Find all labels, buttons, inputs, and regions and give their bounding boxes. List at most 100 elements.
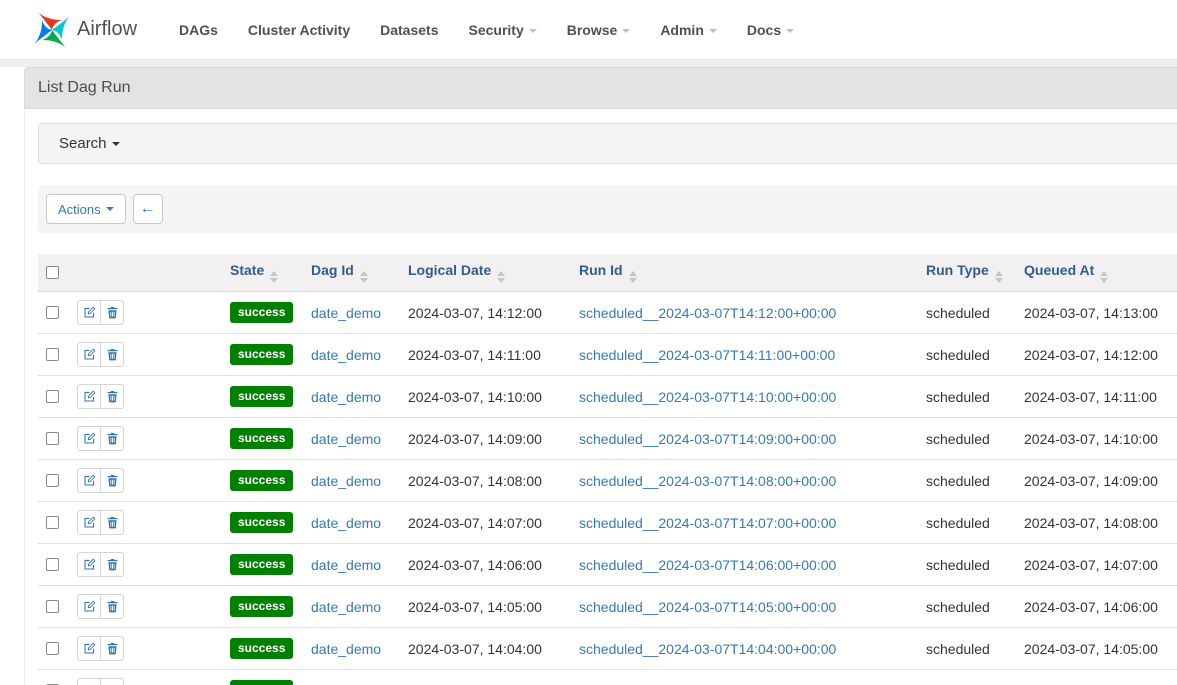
row-actions	[77, 300, 124, 325]
trash-icon	[106, 600, 119, 613]
run-id-link[interactable]: scheduled__2024-03-07T14:10:00+00:00	[579, 389, 836, 405]
search-toggle[interactable]: Search	[59, 135, 120, 152]
queued-at-value: 2024-03-07, 14:07:00	[1024, 557, 1158, 573]
column-header-run-type[interactable]: Run Type	[918, 254, 1016, 292]
run-type-value: scheduled	[926, 347, 990, 363]
row-actions	[77, 468, 124, 493]
search-panel: Search	[38, 123, 1177, 164]
edit-button[interactable]	[77, 552, 101, 577]
actions-label: Actions	[58, 202, 101, 217]
nav-item-docs[interactable]: Docs	[747, 22, 794, 38]
run-id-link[interactable]: scheduled__2024-03-07T14:11:00+00:00	[579, 347, 835, 363]
run-id-link[interactable]: scheduled__2024-03-07T14:08:00+00:00	[579, 473, 836, 489]
run-id-link[interactable]: scheduled__2024-03-07T14:07:00+00:00	[579, 515, 836, 531]
delete-button[interactable]	[100, 300, 124, 325]
status-badge: success	[230, 386, 293, 407]
row-checkbox[interactable]	[46, 306, 59, 319]
run-type-value: scheduled	[926, 473, 990, 489]
row-checkbox[interactable]	[46, 348, 59, 361]
column-header-dag-id[interactable]: Dag Id	[303, 254, 400, 292]
trash-icon	[106, 474, 119, 487]
row-checkbox[interactable]	[46, 642, 59, 655]
row-checkbox[interactable]	[46, 474, 59, 487]
logical-date-value: 2024-03-07, 14:09:00	[408, 431, 542, 447]
sort-up-down-icon	[1100, 271, 1108, 283]
edit-button[interactable]	[77, 342, 101, 367]
delete-button[interactable]	[100, 510, 124, 535]
row-checkbox[interactable]	[46, 516, 59, 529]
trash-icon	[106, 348, 119, 361]
column-header-run-id[interactable]: Run Id	[571, 254, 918, 292]
page-title: List Dag Run	[38, 79, 131, 96]
dag-id-link[interactable]: date_demo	[311, 641, 381, 657]
row-checkbox[interactable]	[46, 558, 59, 571]
delete-button[interactable]	[100, 552, 124, 577]
row-checkbox[interactable]	[46, 432, 59, 445]
dag-id-link[interactable]: date_demo	[311, 347, 381, 363]
table-row: success date_demo 2024-03-07, 14:03:00 s…	[38, 670, 1177, 685]
edit-button[interactable]	[77, 426, 101, 451]
edit-button[interactable]	[77, 510, 101, 535]
delete-button[interactable]	[100, 384, 124, 409]
logical-date-value: 2024-03-07, 14:10:00	[408, 389, 542, 405]
edit-button[interactable]	[77, 678, 101, 685]
logical-date-value: 2024-03-07, 14:07:00	[408, 515, 542, 531]
dag-id-link[interactable]: date_demo	[311, 431, 381, 447]
edit-button[interactable]	[77, 594, 101, 619]
logical-date-value: 2024-03-07, 14:04:00	[408, 641, 542, 657]
delete-button[interactable]	[100, 636, 124, 661]
column-header-queued-at[interactable]: Queued At	[1016, 254, 1177, 292]
run-type-value: scheduled	[926, 431, 990, 447]
row-checkbox[interactable]	[46, 390, 59, 403]
caret-down-icon	[622, 29, 630, 33]
caret-down-icon	[529, 29, 537, 33]
run-id-link[interactable]: scheduled__2024-03-07T14:12:00+00:00	[579, 305, 836, 321]
delete-button[interactable]	[100, 426, 124, 451]
run-id-link[interactable]: scheduled__2024-03-07T14:04:00+00:00	[579, 641, 836, 657]
airflow-brand-link[interactable]: Airflow	[33, 11, 137, 49]
nav-item-security[interactable]: Security	[468, 22, 536, 38]
nav-item-admin[interactable]: Admin	[660, 22, 717, 38]
edit-icon	[83, 600, 96, 613]
edit-button[interactable]	[77, 468, 101, 493]
search-label: Search	[59, 135, 107, 152]
back-button[interactable]: ←	[133, 194, 163, 224]
logical-date-value: 2024-03-07, 14:06:00	[408, 557, 542, 573]
delete-button[interactable]	[100, 678, 124, 685]
nav-item-datasets[interactable]: Datasets	[380, 22, 438, 38]
nav-item-browse[interactable]: Browse	[567, 22, 631, 38]
table-row: success date_demo 2024-03-07, 14:08:00 s…	[38, 460, 1177, 502]
edit-button[interactable]	[77, 384, 101, 409]
row-actions	[77, 552, 124, 577]
dag-id-link[interactable]: date_demo	[311, 305, 381, 321]
edit-icon	[83, 432, 96, 445]
dag-id-link[interactable]: date_demo	[311, 473, 381, 489]
nav-item-cluster-activity[interactable]: Cluster Activity	[248, 22, 350, 38]
edit-button[interactable]	[77, 636, 101, 661]
dag-id-link[interactable]: date_demo	[311, 515, 381, 531]
delete-button[interactable]	[100, 594, 124, 619]
delete-button[interactable]	[100, 342, 124, 367]
queued-at-value: 2024-03-07, 14:12:00	[1024, 347, 1158, 363]
column-header-logical-date[interactable]: Logical Date	[400, 254, 571, 292]
run-id-link[interactable]: scheduled__2024-03-07T14:09:00+00:00	[579, 431, 836, 447]
row-checkbox[interactable]	[46, 600, 59, 613]
nav-item-dags[interactable]: DAGs	[179, 22, 218, 38]
edit-button[interactable]	[77, 300, 101, 325]
actions-button[interactable]: Actions	[46, 194, 126, 224]
actions-toolbar: Actions ←	[38, 185, 1177, 233]
caret-down-icon	[112, 142, 120, 146]
column-header-state[interactable]: State	[222, 254, 303, 292]
navbar: Airflow DAGs Cluster Activity Datasets S…	[0, 0, 1177, 60]
run-id-link[interactable]: scheduled__2024-03-07T14:06:00+00:00	[579, 557, 836, 573]
dag-id-link[interactable]: date_demo	[311, 557, 381, 573]
delete-button[interactable]	[100, 468, 124, 493]
dag-id-link[interactable]: date_demo	[311, 599, 381, 615]
table-row: success date_demo 2024-03-07, 14:11:00 s…	[38, 334, 1177, 376]
dag-id-link[interactable]: date_demo	[311, 389, 381, 405]
caret-down-icon	[786, 29, 794, 33]
table-row: success date_demo 2024-03-07, 14:05:00 s…	[38, 586, 1177, 628]
status-badge: success	[230, 428, 293, 449]
run-id-link[interactable]: scheduled__2024-03-07T14:05:00+00:00	[579, 599, 836, 615]
select-all-checkbox[interactable]	[46, 266, 59, 279]
